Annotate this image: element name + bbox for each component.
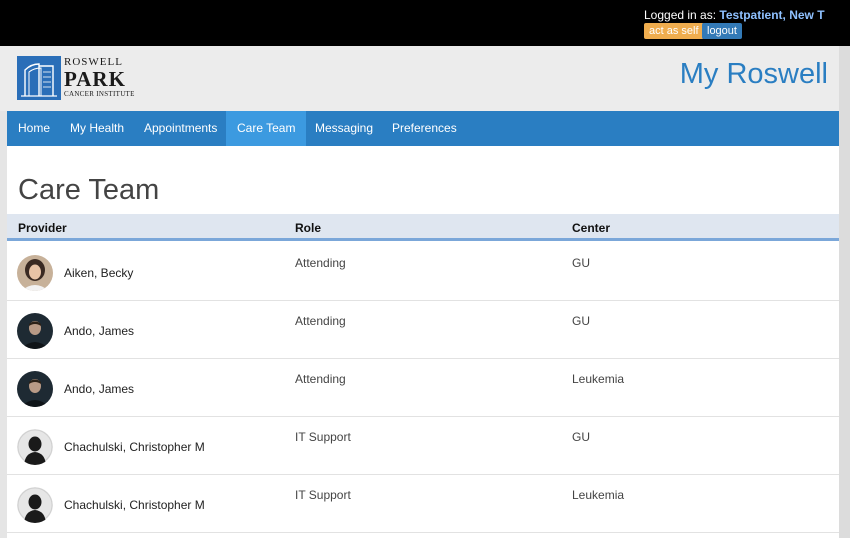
provider-role: IT Support — [295, 430, 351, 444]
column-header-provider[interactable]: Provider — [18, 221, 67, 235]
table-row[interactable]: Aiken, Becky Attending GU — [7, 243, 839, 301]
provider-center: GU — [572, 314, 590, 328]
provider-role: Attending — [295, 256, 346, 270]
provider-center: Leukemia — [572, 488, 625, 502]
top-bar: Logged in as: Testpatient, New T act as … — [0, 0, 850, 46]
table-row[interactable]: Ando, James Attending Leukemia — [7, 359, 839, 417]
provider-name[interactable]: Aiken, Becky — [64, 266, 133, 280]
nav-item-messaging[interactable]: Messaging — [304, 111, 384, 146]
site-header: ROSWELL PARK CANCER INSTITUTE My Roswell — [0, 46, 850, 111]
provider-name[interactable]: Chachulski, Christopher M — [64, 498, 205, 512]
provider-avatar — [17, 313, 53, 349]
nav-item-home[interactable]: Home — [7, 111, 61, 146]
nav-item-preferences[interactable]: Preferences — [381, 111, 468, 146]
provider-center: GU — [572, 256, 590, 270]
provider-name[interactable]: Ando, James — [64, 382, 134, 396]
table-header: Provider Role Center — [7, 214, 839, 241]
provider-name[interactable]: Ando, James — [64, 324, 134, 338]
main-content: Care Team Provider Role Center Aiken, Be… — [7, 146, 839, 538]
nav-item-my-health[interactable]: My Health — [59, 111, 135, 146]
page-title: Care Team — [18, 174, 160, 206]
roswell-park-logo[interactable]: ROSWELL PARK CANCER INSTITUTE — [17, 56, 145, 100]
provider-avatar — [17, 255, 53, 291]
provider-name[interactable]: Chachulski, Christopher M — [64, 440, 205, 454]
logo-line-3: CANCER INSTITUTE — [64, 90, 135, 98]
logo-building-icon — [17, 56, 61, 100]
nav-item-care-team[interactable]: Care Team — [226, 111, 307, 146]
page-right-margin — [839, 46, 850, 538]
provider-avatar — [17, 371, 53, 407]
provider-role: Attending — [295, 314, 346, 328]
nav-item-appointments[interactable]: Appointments — [133, 111, 228, 146]
login-info: Logged in as: Testpatient, New T — [644, 8, 825, 22]
provider-avatar-placeholder-icon — [17, 487, 53, 523]
provider-avatar-placeholder-icon — [17, 429, 53, 465]
provider-center: GU — [572, 430, 590, 444]
site-title[interactable]: My Roswell — [680, 58, 828, 91]
table-row[interactable]: Ando, James Attending GU — [7, 301, 839, 359]
column-header-center[interactable]: Center — [572, 221, 610, 235]
column-header-role[interactable]: Role — [295, 221, 321, 235]
logo-text: ROSWELL PARK CANCER INSTITUTE — [64, 56, 135, 99]
logged-in-label: Logged in as: — [644, 8, 717, 22]
table-row[interactable]: Chachulski, Christopher M IT Support GU — [7, 417, 839, 475]
logo-line-2: PARK — [64, 67, 126, 91]
table-row[interactable]: Chachulski, Christopher M IT Support Leu… — [7, 475, 839, 533]
provider-role: Attending — [295, 372, 346, 386]
provider-role: IT Support — [295, 488, 351, 502]
main-nav: Home My Health Appointments Care Team Me… — [7, 111, 839, 146]
act-as-self-button[interactable]: act as self — [644, 23, 704, 39]
logout-button[interactable]: logout — [702, 23, 742, 39]
logged-in-user[interactable]: Testpatient, New T — [719, 8, 824, 22]
provider-center: Leukemia — [572, 372, 625, 386]
